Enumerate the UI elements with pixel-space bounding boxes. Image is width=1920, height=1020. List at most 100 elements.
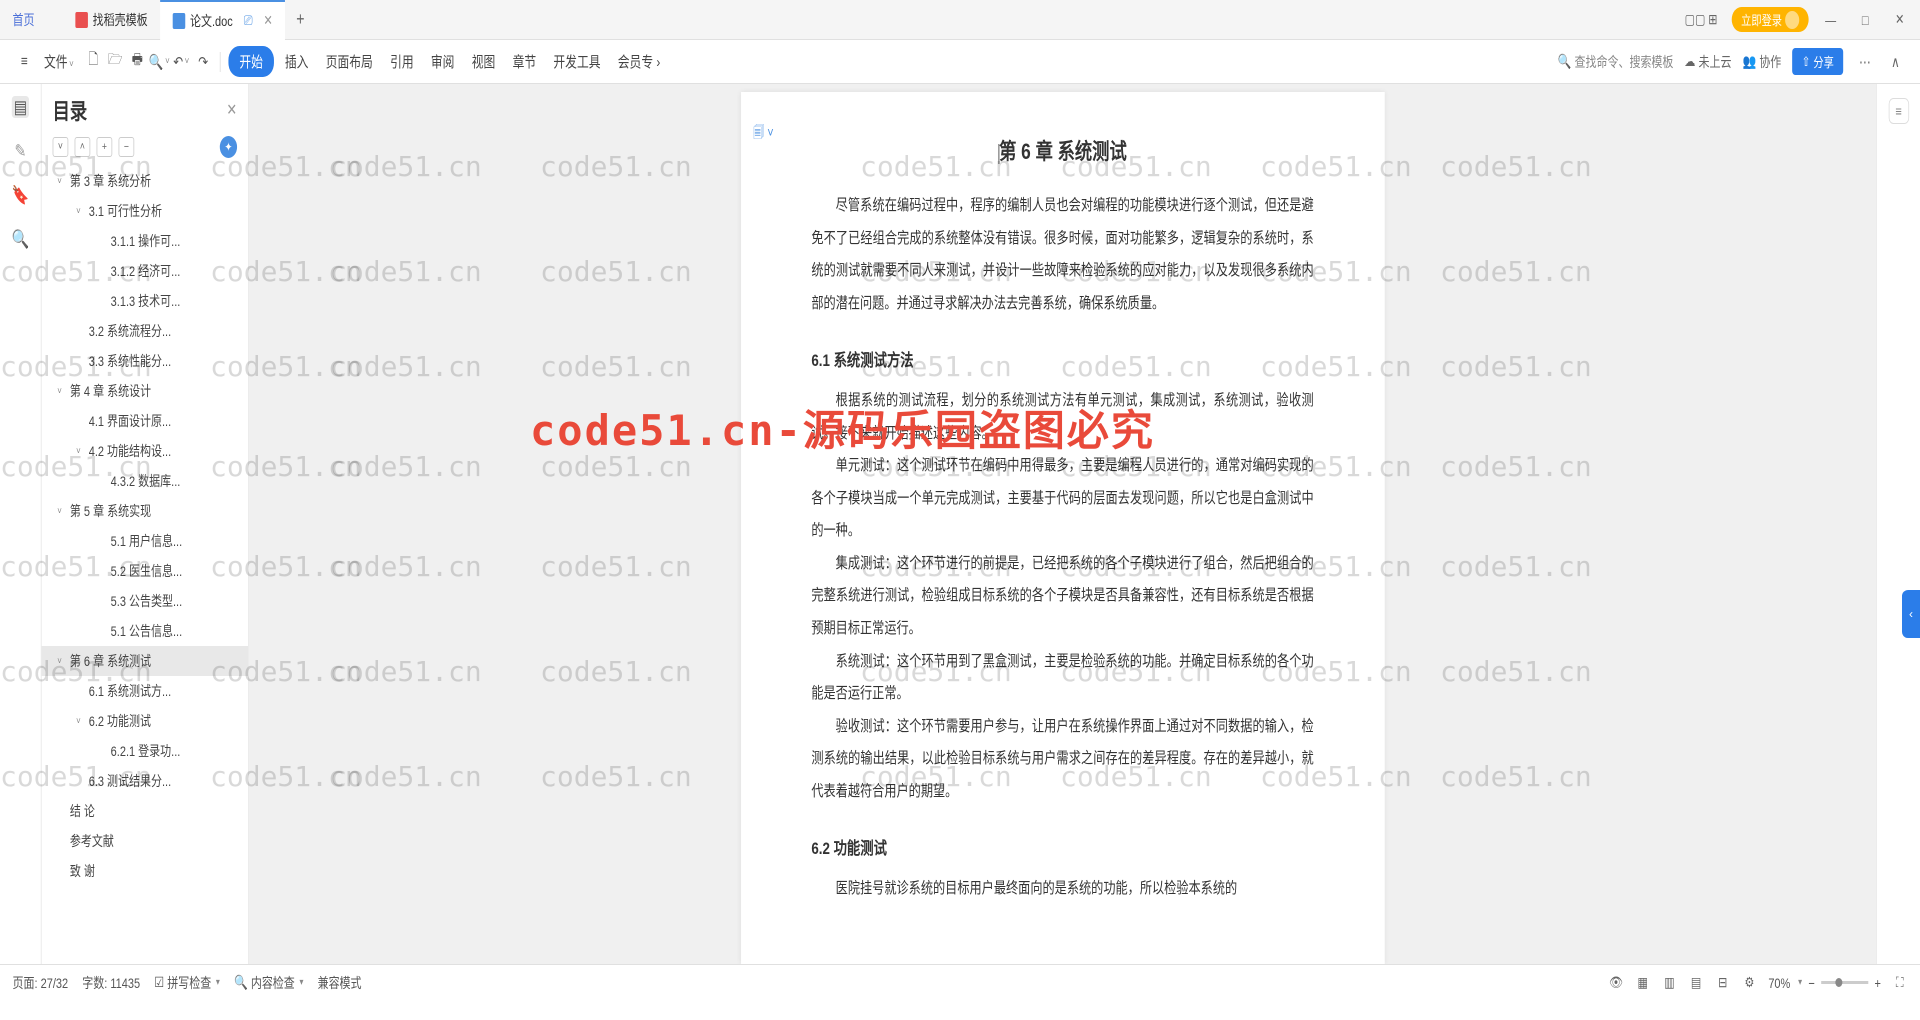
undo-icon[interactable]: ↶˅ <box>173 51 190 73</box>
title-bar: 首页 找稻壳模板 论文.doc ⎚ ✕ + ▢▢ ⊞ 立即登录 — □ ✕ <box>0 0 1920 40</box>
plus-icon[interactable]: + <box>97 137 113 157</box>
toc-item[interactable]: 3.2 系统流程分... <box>42 316 248 346</box>
collab-icon: 👥 <box>1742 53 1756 70</box>
menu-review[interactable]: 审阅 <box>425 47 461 76</box>
tab-document[interactable]: 论文.doc ⎚ ✕ <box>160 0 285 40</box>
toc-item[interactable]: 6.1 系统测试方... <box>42 676 248 706</box>
folder-icon[interactable]: 🗁 <box>107 51 124 73</box>
toc-item[interactable]: ˅第 3 章 系统分析 <box>42 166 248 196</box>
toc-item[interactable]: 5.2 医生信息... <box>42 556 248 586</box>
heading-chapter: 第 6 章 系统测试 <box>811 134 1313 166</box>
toc-item[interactable]: ˅4.2 功能结构设... <box>42 436 248 466</box>
search-rail-icon[interactable]: 🔍 <box>12 228 29 250</box>
search-command[interactable]: 🔍 查找命令、搜索模板 <box>1558 52 1674 72</box>
cloud-status[interactable]: ☁ 未上云 <box>1684 52 1731 72</box>
menu-view[interactable]: 视图 <box>465 47 501 76</box>
expand-icon[interactable]: ˄ <box>75 137 91 157</box>
toc-item[interactable]: 5.1 用户信息... <box>42 526 248 556</box>
toc-item[interactable]: ˅第 6 章 系统测试 <box>42 646 248 676</box>
zoom-slider[interactable] <box>1821 981 1868 984</box>
spell-check[interactable]: ☑ 拼写检查 ▾ <box>154 973 220 993</box>
expand-icon[interactable]: ∧ <box>1886 53 1904 71</box>
toc-item[interactable]: 5.1 公告信息... <box>42 616 248 646</box>
menu-devtools[interactable]: 开发工具 <box>547 47 607 76</box>
menu-start[interactable]: 开始 <box>228 46 274 77</box>
page-count[interactable]: 页面: 27/32 <box>13 973 69 993</box>
layout-icon[interactable]: ▢▢ <box>1685 11 1699 29</box>
web-view-icon[interactable]: ▤ <box>1688 973 1704 993</box>
menu-insert[interactable]: 插入 <box>279 47 315 76</box>
display-icon[interactable]: ⎚ <box>244 12 253 29</box>
toc-item[interactable]: ˅第 5 章 系统实现 <box>42 496 248 526</box>
view-icon[interactable]: ▦ <box>1635 973 1651 993</box>
toc-item[interactable]: 致 谢 <box>42 856 248 886</box>
paragraph: 单元测试：这个测试环节在编码中用得最多，主要是编程人员进行的，通常对编码实现的各… <box>811 450 1313 548</box>
minimize-button[interactable]: — <box>1818 12 1843 28</box>
doc-icon <box>173 13 186 29</box>
outline-view-icon[interactable]: ⊟ <box>1715 973 1731 993</box>
template-icon <box>75 12 88 28</box>
login-button[interactable]: 立即登录 <box>1732 7 1809 32</box>
toc-item[interactable]: 6.2.1 登录功... <box>42 736 248 766</box>
close-icon[interactable]: ✕ <box>264 12 273 29</box>
toc-item[interactable]: 结 论 <box>42 796 248 826</box>
preview-icon[interactable]: 🔍˅ <box>151 51 168 73</box>
toc-item[interactable]: 3.1.2 经济可... <box>42 256 248 286</box>
toc-item[interactable]: 4.3.2 数据库... <box>42 466 248 496</box>
search-icon: 🔍 <box>1558 53 1572 70</box>
new-tab-button[interactable]: + <box>285 9 315 30</box>
tab-template[interactable]: 找稻壳模板 <box>63 0 160 40</box>
toc-item[interactable]: 3.1.1 操作可... <box>42 226 248 256</box>
toc-item[interactable]: 4.1 界面设计原... <box>42 406 248 436</box>
zoom-in-icon[interactable]: + <box>1874 975 1880 991</box>
toc-item[interactable]: 3.1.3 技术可... <box>42 286 248 316</box>
page-marker-icon[interactable]: 🗐 ˅ <box>753 122 773 146</box>
style-icon[interactable]: ✎ <box>12 140 29 162</box>
outline-icon[interactable]: ▤ <box>12 96 29 118</box>
share-button[interactable]: ⇧ 分享 <box>1792 48 1843 75</box>
feedback-tab[interactable]: ‹ <box>1902 590 1920 638</box>
print-icon[interactable]: 🖶 <box>129 51 146 73</box>
toc-item[interactable]: 6.3 测试结果分... <box>42 766 248 796</box>
read-mode-icon[interactable]: 👁 <box>1608 973 1624 993</box>
settings-icon[interactable]: ⚙ <box>1742 973 1758 993</box>
minus-icon[interactable]: − <box>119 137 135 157</box>
zoom-out-icon[interactable]: − <box>1808 975 1814 991</box>
maximize-button[interactable]: □ <box>1853 12 1878 28</box>
menu-member[interactable]: 会员专 › <box>612 47 667 76</box>
more-icon[interactable]: ⋯ <box>1854 53 1875 71</box>
menu-reference[interactable]: 引用 <box>384 47 420 76</box>
toc-item[interactable]: 参考文献 <box>42 826 248 856</box>
toc-item[interactable]: 3.3 系统性能分... <box>42 346 248 376</box>
word-count[interactable]: 字数: 11435 <box>82 973 140 993</box>
toc-item[interactable]: ˅6.2 功能测试 <box>42 706 248 736</box>
apps-icon[interactable]: ⊞ <box>1708 11 1722 29</box>
bookmark-icon[interactable]: 🔖 <box>12 184 29 206</box>
right-rail: ≡ <box>1876 84 1920 964</box>
collab-button[interactable]: 👥 协作 <box>1742 52 1781 72</box>
outline-title: 目录 <box>53 94 88 126</box>
zoom-control[interactable]: 70% ▾ − + <box>1768 975 1881 991</box>
menu-layout[interactable]: 页面布局 <box>319 47 379 76</box>
file-menu[interactable]: 文件˅ <box>38 47 80 76</box>
compat-mode[interactable]: 兼容模式 <box>318 973 362 993</box>
save-icon[interactable]: 🗋 <box>85 51 102 73</box>
collapse-icon[interactable]: ˅ <box>53 137 69 157</box>
fullscreen-icon[interactable]: ⛶ <box>1892 973 1908 993</box>
menu-chapter[interactable]: 章节 <box>506 47 542 76</box>
toc-item[interactable]: ˅3.1 可行性分析 <box>42 196 248 226</box>
paragraph: 集成测试：这个环节进行的前提是，已经把系统的各个子模块进行了组合，然后把组合的完… <box>811 548 1313 646</box>
ai-bubble-icon[interactable]: ✦ <box>220 136 237 158</box>
toc-item[interactable]: 5.3 公告类型... <box>42 586 248 616</box>
close-button[interactable]: ✕ <box>1887 11 1912 28</box>
toc-item[interactable]: ˅第 4 章 系统设计 <box>42 376 248 406</box>
close-icon[interactable]: ✕ <box>227 100 238 120</box>
content-check[interactable]: 🔍 内容检查 ▾ <box>234 973 303 993</box>
page-view-icon[interactable]: ▥ <box>1662 973 1678 993</box>
login-label: 立即登录 <box>1741 10 1782 29</box>
redo-icon[interactable]: ↷ <box>195 51 212 73</box>
menu-icon[interactable]: ≡ <box>16 51 33 73</box>
tab-home[interactable]: 首页 <box>0 0 63 40</box>
document-area[interactable]: 🗐 ˅ 第 6 章 系统测试 尽管系统在编码过程中，程序的编制人员也会对编程的功… <box>249 84 1876 964</box>
menu-toggle-icon[interactable]: ≡ <box>1888 98 1908 124</box>
